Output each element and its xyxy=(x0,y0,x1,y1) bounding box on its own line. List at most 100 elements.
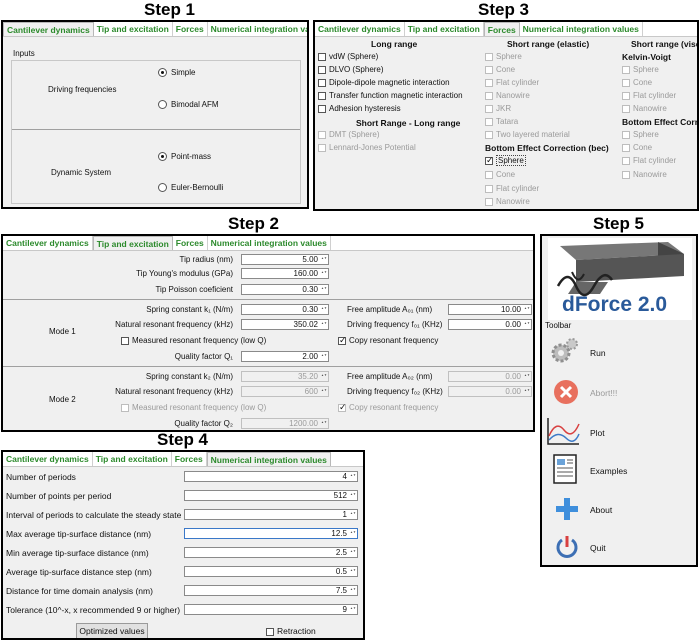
cb-kv-flat[interactable]: Flat cylinder xyxy=(622,91,676,100)
cb-kv-cone[interactable]: Cone xyxy=(622,78,652,87)
freeamp1-input[interactable]: 10.00 xyxy=(448,304,532,315)
cb-bec-nanowire[interactable]: Nanowire xyxy=(485,197,530,206)
cb-kv-nanowire[interactable]: Nanowire xyxy=(622,104,667,113)
step-distance-input[interactable]: 0.5 xyxy=(184,566,358,577)
natfreq1-input[interactable]: 350.02 xyxy=(241,319,329,330)
cb-el-tatara[interactable]: Tatara xyxy=(485,117,518,126)
cb-el-two-layered[interactable]: Two layered material xyxy=(485,130,570,139)
cb-el-cone[interactable]: Cone xyxy=(485,65,515,74)
copy2-checkbox[interactable]: Copy resonant frequency xyxy=(338,402,439,413)
cb-bec-sphere[interactable]: Sphere xyxy=(485,155,526,166)
tab-tip-excitation[interactable]: Tip and excitation xyxy=(94,22,173,36)
logo-area: dForce 2.0 xyxy=(548,238,692,320)
cb-dipole[interactable]: Dipole-dipole magnetic interaction xyxy=(318,78,450,87)
checkbox-box xyxy=(338,335,347,346)
time-domain-input[interactable]: 7.5 xyxy=(184,585,358,596)
about-label: About xyxy=(590,505,613,515)
abort-button[interactable]: Abort!!! xyxy=(550,376,680,412)
tab-cantilever-dynamics[interactable]: Cantilever dynamics xyxy=(3,452,93,466)
tab-forces[interactable]: Forces xyxy=(173,236,208,250)
tab-tip-excitation[interactable]: Tip and excitation xyxy=(405,22,484,36)
tab-tip-excitation[interactable]: Tip and excitation xyxy=(93,452,172,466)
step3-tabbar: Cantilever dynamics Tip and excitation F… xyxy=(315,22,697,37)
radio-bimodal[interactable]: Bimodal AFM xyxy=(158,100,219,110)
tab-cantilever-dynamics[interactable]: Cantilever dynamics xyxy=(3,22,94,36)
cb-transfer[interactable]: Transfer function magnetic interaction xyxy=(318,91,463,100)
tab-forces[interactable]: Forces xyxy=(483,22,520,36)
retraction-checkbox[interactable]: Retraction xyxy=(266,626,316,636)
measured1-checkbox[interactable]: Measured resonant frequency (low Q) xyxy=(121,336,266,345)
periods-input[interactable]: 4 xyxy=(184,471,358,482)
tab-cantilever-dynamics[interactable]: Cantilever dynamics xyxy=(315,22,405,36)
plot-button[interactable]: Plot xyxy=(546,416,676,452)
tip-radius-label: Tip radius (nm) xyxy=(179,255,234,264)
radio-simple[interactable]: Simple xyxy=(158,68,195,78)
cb-bec2-nanowire[interactable]: Nanowire xyxy=(622,170,667,179)
cb-label: Copy resonant frequency xyxy=(349,403,439,412)
radio-dot xyxy=(158,100,167,110)
freeamp2-input[interactable]: 0.00 xyxy=(448,371,532,382)
checkbox-box xyxy=(485,130,493,139)
tab-cantilever-dynamics[interactable]: Cantilever dynamics xyxy=(3,236,93,250)
cb-bec2-flat[interactable]: Flat cylinder xyxy=(622,156,676,165)
tip-radius-input[interactable]: 5.00 xyxy=(241,254,329,265)
points-input[interactable]: 512 xyxy=(184,490,358,501)
cb-lennard-jones[interactable]: Lennard-Jones Potential xyxy=(318,143,416,152)
q2-input[interactable]: 1200.00 xyxy=(241,418,329,429)
checkbox-box xyxy=(622,130,630,139)
checkbox-box xyxy=(622,104,630,113)
cb-vdw[interactable]: vdW (Sphere) xyxy=(318,52,378,61)
cb-el-flat[interactable]: Flat cylinder xyxy=(485,78,539,87)
run-button[interactable]: Run xyxy=(550,336,680,372)
tolerance-input[interactable]: 9 xyxy=(184,604,358,615)
inputs-label: Inputs xyxy=(13,49,35,58)
min-distance-input[interactable]: 2.5 xyxy=(184,547,358,558)
cb-el-sphere[interactable]: Sphere xyxy=(485,52,522,61)
copy1-checkbox[interactable]: Copy resonant frequency xyxy=(338,335,438,346)
inputs-group xyxy=(11,60,301,204)
spring1-input[interactable]: 0.30 xyxy=(241,304,329,315)
spring2-input[interactable]: 35.20 xyxy=(241,371,329,382)
radio-euler-bernoulli[interactable]: Euler-Bernoulli xyxy=(158,183,223,193)
tab-numerical-integration[interactable]: Numerical integration values xyxy=(206,452,331,466)
tip-young-input[interactable]: 160.00 xyxy=(241,268,329,279)
cb-kv-sphere[interactable]: Sphere xyxy=(622,65,659,74)
tab-numerical-integration[interactable]: Numerical integration values xyxy=(208,22,307,36)
examples-label: Examples xyxy=(590,466,628,476)
cb-label: Two layered material xyxy=(496,130,570,139)
tip-young-label: Tip Young's modulus (GPa) xyxy=(136,269,233,278)
radio-point-mass[interactable]: Point-mass xyxy=(158,152,211,162)
bec2-title: Bottom Effect Correc xyxy=(622,117,699,127)
cb-el-nanowire[interactable]: Nanowire xyxy=(485,91,530,100)
optimized-values-button[interactable]: Optimized values xyxy=(76,623,148,638)
about-button[interactable]: About xyxy=(556,496,686,526)
tab-tip-excitation[interactable]: Tip and excitation xyxy=(92,236,173,250)
q1-input[interactable]: 2.00 xyxy=(241,351,329,362)
tip-poisson-input[interactable]: 0.30 xyxy=(241,284,329,295)
long-range-title: Long range xyxy=(371,39,418,49)
cb-el-jkr[interactable]: JKR xyxy=(485,104,511,113)
cb-dmt[interactable]: DMT (Sphere) xyxy=(318,130,380,139)
tab-forces[interactable]: Forces xyxy=(173,22,208,36)
cb-bec2-cone[interactable]: Cone xyxy=(622,143,652,152)
interval-input[interactable]: 1 xyxy=(184,509,358,520)
natfreq2-input[interactable]: 600 xyxy=(241,386,329,397)
cb-label: JKR xyxy=(496,104,512,113)
tab-forces[interactable]: Forces xyxy=(172,452,207,466)
cb-bec-cone[interactable]: Cone xyxy=(485,170,515,179)
checkbox-box xyxy=(485,184,493,193)
gear-icon xyxy=(551,338,578,363)
cb-adhesion[interactable]: Adhesion hysteresis xyxy=(318,104,401,113)
cb-dlvo[interactable]: DLVO (Sphere) xyxy=(318,65,384,74)
cb-bec-flat[interactable]: Flat cylinder xyxy=(485,184,539,193)
max-distance-input[interactable]: 12.5 xyxy=(184,528,358,539)
tab-numerical-integration[interactable]: Numerical integration values xyxy=(208,236,331,250)
cb-label: Flat cylinder xyxy=(633,156,677,165)
drive1-input[interactable]: 0.00 xyxy=(448,319,532,330)
cb-bec2-sphere[interactable]: Sphere xyxy=(622,130,659,139)
measured2-checkbox[interactable]: Measured resonant frequency (low Q) xyxy=(121,403,266,412)
drive2-input[interactable]: 0.00 xyxy=(448,386,532,397)
examples-button[interactable]: Examples xyxy=(552,454,682,490)
quit-button[interactable]: Quit xyxy=(554,534,684,564)
tab-numerical-integration[interactable]: Numerical integration values xyxy=(520,22,643,36)
